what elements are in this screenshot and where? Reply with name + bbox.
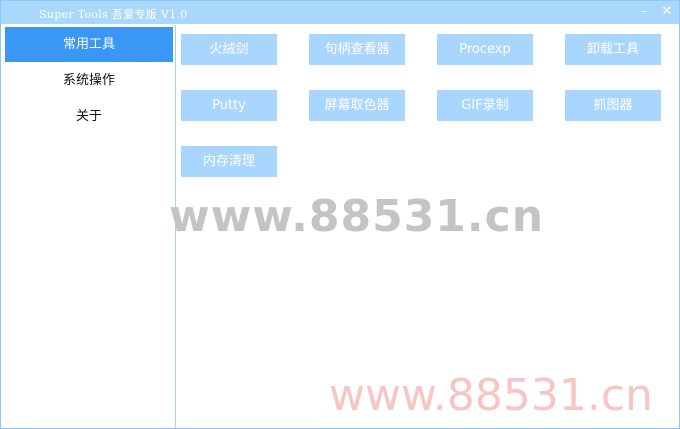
minimize-button[interactable]: – bbox=[635, 3, 653, 21]
window-title: Super Tools 吾爱专版 V1.0 bbox=[39, 8, 188, 21]
tool-button-memory-cleanup[interactable]: 内存清理 bbox=[181, 146, 277, 177]
tool-button-huorongjian[interactable]: 火绒剑 bbox=[181, 34, 277, 65]
close-button[interactable]: ✕ bbox=[658, 3, 676, 21]
tool-button-handle-viewer[interactable]: 句柄查看器 bbox=[309, 34, 405, 65]
sidebar-item-common-tools[interactable]: 常用工具 bbox=[5, 27, 173, 62]
sidebar-item-about[interactable]: 关于 bbox=[5, 99, 173, 134]
tool-button-putty[interactable]: Putty bbox=[181, 90, 277, 121]
app-window: Super Tools 吾爱专版 V1.0 – ✕ 常用工具 系统操作 关于 火… bbox=[0, 0, 680, 429]
title-bar[interactable]: Super Tools 吾爱专版 V1.0 – ✕ bbox=[1, 1, 679, 24]
sidebar-item-system-operations[interactable]: 系统操作 bbox=[5, 63, 173, 98]
tool-button-uninstall[interactable]: 卸载工具 bbox=[565, 34, 661, 65]
sidebar: 常用工具 系统操作 关于 bbox=[3, 25, 176, 428]
tool-button-gif-recorder[interactable]: GIF录制 bbox=[437, 90, 533, 121]
tool-button-screenshot[interactable]: 抓图器 bbox=[565, 90, 661, 121]
tools-panel: 火绒剑 句柄查看器 Procexp 卸载工具 Putty 屏幕取色器 GIF录制… bbox=[177, 25, 679, 428]
tool-button-procexp[interactable]: Procexp bbox=[437, 34, 533, 65]
tool-button-color-picker[interactable]: 屏幕取色器 bbox=[309, 90, 405, 121]
